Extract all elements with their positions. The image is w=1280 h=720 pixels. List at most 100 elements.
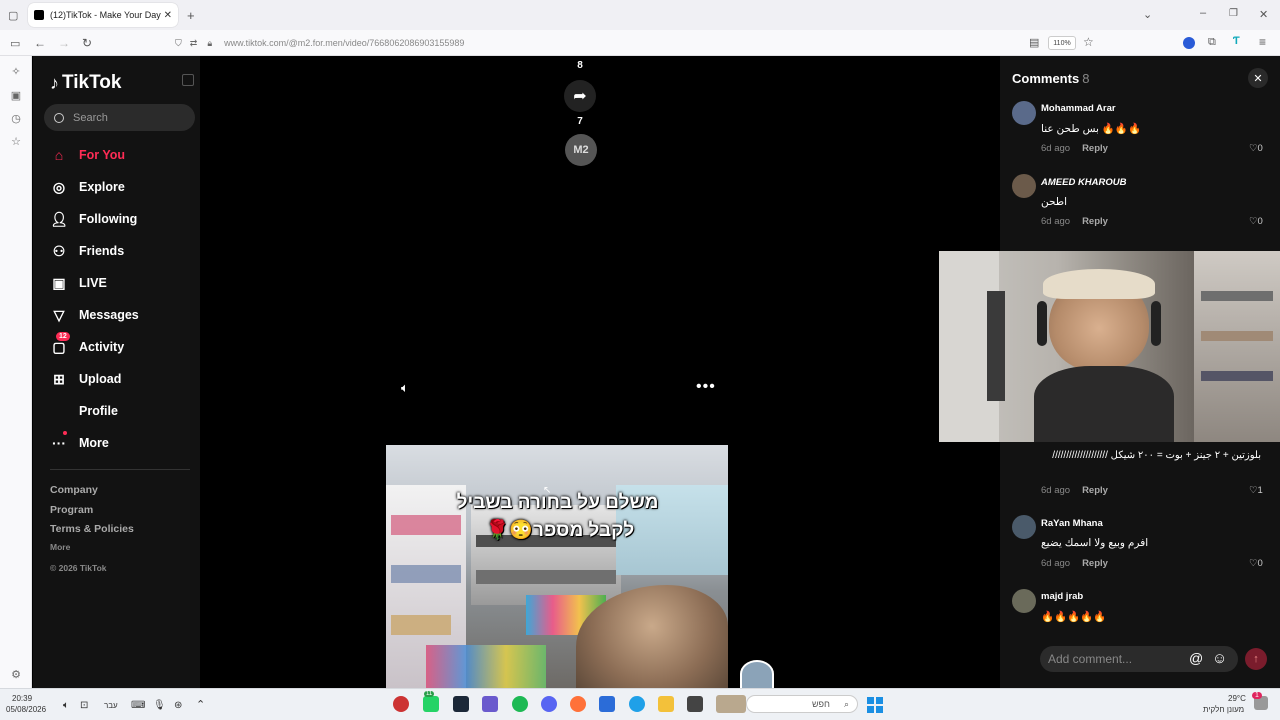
video-player[interactable] xyxy=(386,445,728,688)
clock-date[interactable]: 05/08/2026 xyxy=(6,705,46,714)
sidebar-item-profile[interactable]: Profile xyxy=(50,400,118,422)
app-icon[interactable] xyxy=(393,696,409,712)
footer-terms-link[interactable]: Terms & Policies xyxy=(50,523,134,535)
reply-button[interactable]: Reply xyxy=(1082,558,1108,569)
more-options-icon[interactable]: ••• xyxy=(696,378,716,396)
ai-chat-icon[interactable]: ✧ xyxy=(8,65,24,81)
comment-author[interactable]: RaYan Mhana xyxy=(1041,518,1103,529)
sidebar-item-friends[interactable]: ⚇ Friends xyxy=(50,240,124,262)
sidebar-item-label: Friends xyxy=(79,244,125,258)
terminal-icon[interactable] xyxy=(687,696,703,712)
comment-avatar[interactable] xyxy=(1012,101,1036,125)
comment-like[interactable]: ♡1 xyxy=(1249,485,1263,496)
author-avatar[interactable]: M2 xyxy=(565,134,597,166)
tab-list-icon[interactable]: ▢ xyxy=(8,9,18,22)
zoom-level[interactable]: 110% xyxy=(1048,36,1076,50)
comment-avatar[interactable] xyxy=(1012,174,1036,198)
minimize-icon[interactable]: – xyxy=(1200,7,1206,19)
spotify-icon[interactable] xyxy=(512,696,528,712)
following-icon: 👤︎ xyxy=(50,210,68,227)
language-indicator[interactable]: עבר xyxy=(104,701,118,710)
sidebar-item-for-you[interactable]: ⌂ For You xyxy=(50,144,125,166)
settings-gear-icon[interactable]: ⚙ xyxy=(8,668,24,684)
taskbar-widget[interactable] xyxy=(716,695,746,713)
restore-icon[interactable]: ❐ xyxy=(1229,8,1238,19)
whatsapp-icon[interactable]: 11 xyxy=(423,691,439,712)
reply-button[interactable]: Reply xyxy=(1082,485,1108,496)
steam-icon[interactable] xyxy=(453,696,469,712)
tray-expand-icon[interactable]: ⌃ xyxy=(196,698,205,711)
collapse-sidebar-icon[interactable] xyxy=(182,74,194,86)
post-comment-button[interactable]: ↑ xyxy=(1245,648,1267,670)
tray-app-icon[interactable]: ⊛ xyxy=(174,700,182,711)
back-icon[interactable]: ← xyxy=(34,36,46,50)
browser-tab[interactable]: (12)TikTok - Make Your Day ✕ xyxy=(28,3,178,27)
outlook-icon[interactable] xyxy=(599,696,615,712)
emoji-icon[interactable]: ☺ xyxy=(1212,650,1227,667)
comment-author[interactable]: Mohammad Arar xyxy=(1041,103,1116,114)
chevron-down-icon[interactable]: ⌄ xyxy=(1143,8,1152,21)
keyboard-tray-icon[interactable]: ⌨ xyxy=(131,700,145,711)
extensions-puzzle-icon[interactable]: ⧉ xyxy=(1208,36,1216,49)
comment-like[interactable]: ♡0 xyxy=(1249,558,1263,569)
extension-icon[interactable] xyxy=(1183,37,1195,49)
menu-icon[interactable]: ≡ xyxy=(1259,35,1266,49)
close-tab-icon[interactable]: ✕ xyxy=(164,10,172,21)
address-bar[interactable]: ⛉ ⇄ 🔒︎ www.tiktok.com/@m2.for.men/video/… xyxy=(175,33,1100,53)
firefox-icon[interactable] xyxy=(570,696,586,712)
translate-icon[interactable]: Ƭ xyxy=(1233,35,1240,47)
comment-like[interactable]: ♡0 xyxy=(1249,216,1263,227)
teams-icon[interactable] xyxy=(482,696,498,712)
synced-tabs-icon[interactable]: ▣ xyxy=(8,89,24,105)
notifications-icon[interactable]: 1 xyxy=(1252,692,1268,710)
window-close-icon[interactable]: ✕ xyxy=(1259,8,1268,21)
tiktok-logo[interactable]: ♪ TikTok xyxy=(50,72,121,94)
comment-author[interactable]: AMEED KHAROUB xyxy=(1041,177,1127,188)
footer-more-link[interactable]: More xyxy=(50,542,70,552)
reply-button[interactable]: Reply xyxy=(1082,143,1108,154)
history-icon[interactable]: ◷ xyxy=(8,112,24,128)
volume-icon[interactable]: 🔈︎ xyxy=(401,380,409,396)
footer-company-link[interactable]: Company xyxy=(50,484,98,496)
sidebar-item-following[interactable]: 👤︎ Following xyxy=(50,208,137,230)
close-comments-button[interactable]: ✕ xyxy=(1248,68,1268,88)
footer-program-link[interactable]: Program xyxy=(50,504,93,516)
bookmark-star-icon[interactable]: ☆ xyxy=(1083,35,1094,49)
share-button[interactable]: ➦ xyxy=(564,80,596,112)
forward-icon[interactable]: → xyxy=(58,36,70,50)
next-video-avatar[interactable] xyxy=(740,660,774,688)
weather-desc[interactable]: מעונן חלקית xyxy=(1203,705,1244,714)
edge-icon[interactable] xyxy=(629,696,645,712)
sidebar-item-explore[interactable]: ◎ Explore xyxy=(50,176,125,198)
network-tray-icon[interactable]: ⊡ xyxy=(80,700,88,711)
comment-avatar[interactable] xyxy=(1012,589,1036,613)
taskbar-search-input[interactable]: חפש ⌕ xyxy=(746,695,858,713)
sidebar-item-messages[interactable]: ▽ Messages xyxy=(50,304,139,326)
reply-button[interactable]: Reply xyxy=(1082,216,1108,227)
discord-icon[interactable] xyxy=(541,696,557,712)
sidebar-item-more[interactable]: ··· More xyxy=(50,431,109,454)
comment-avatar[interactable] xyxy=(1012,515,1036,539)
add-comment-input[interactable]: Add comment... xyxy=(1040,646,1238,672)
bookmarks-icon[interactable]: ☆ xyxy=(8,135,24,151)
reload-icon[interactable]: ↻ xyxy=(82,36,92,50)
clock-time[interactable]: 20:39 xyxy=(12,694,32,703)
comment-like[interactable]: ♡0 xyxy=(1249,143,1263,154)
microphone-tray-icon[interactable]: 🎙︎ xyxy=(153,700,166,711)
sidebar-item-upload[interactable]: ⊞ Upload xyxy=(50,368,121,390)
sidebar-toggle-icon[interactable]: ▭ xyxy=(10,37,20,50)
sidebar-item-label: Explore xyxy=(79,180,125,194)
windows-start-icon[interactable] xyxy=(867,697,883,713)
sidebar-item-label: Following xyxy=(79,212,138,226)
activity-icon: ▢ 12 xyxy=(50,332,70,356)
weather-temp[interactable]: 29°C xyxy=(1228,694,1246,703)
new-tab-icon[interactable]: + xyxy=(187,8,195,23)
sidebar-item-activity[interactable]: ▢ 12 Activity xyxy=(50,332,124,358)
sidebar-item-live[interactable]: ▣ LIVE xyxy=(50,272,106,294)
comment-author[interactable]: majd jrab xyxy=(1041,591,1083,602)
volume-tray-icon[interactable]: 🔈︎ xyxy=(63,700,69,711)
mention-icon[interactable]: @ xyxy=(1189,650,1203,666)
reader-view-icon[interactable]: ▤ xyxy=(1029,36,1039,49)
search-input[interactable]: Search xyxy=(44,104,195,131)
file-explorer-icon[interactable] xyxy=(658,696,674,712)
